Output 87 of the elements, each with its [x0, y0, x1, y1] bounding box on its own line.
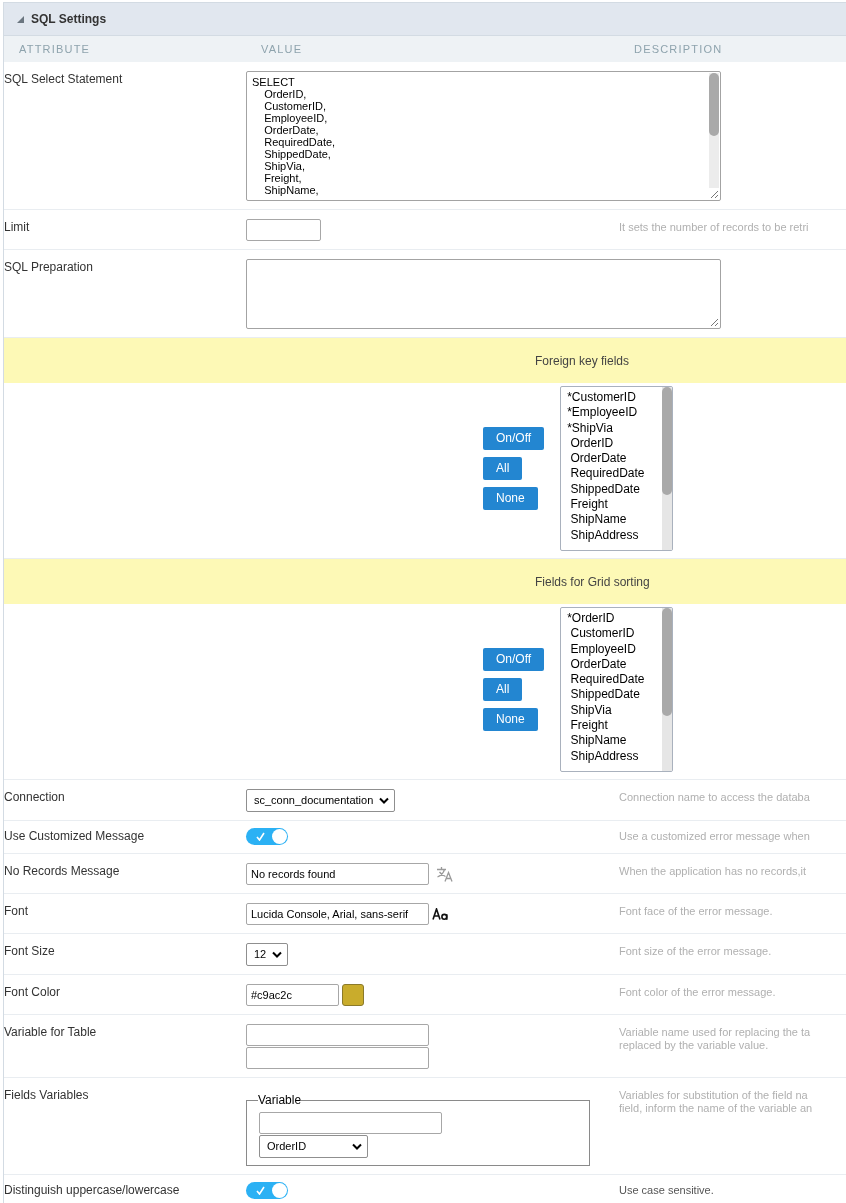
- description-text: Variables for substitution of the field na: [619, 1089, 809, 1102]
- dropdown-select[interactable]: 12: [246, 943, 289, 966]
- resize-grip-icon[interactable]: [710, 318, 719, 327]
- collapse-triangle-icon[interactable]: [17, 15, 24, 23]
- scrollbar[interactable]: [709, 73, 719, 188]
- text-input[interactable]: [246, 1024, 429, 1046]
- attribute-label: Font Size: [4, 943, 56, 960]
- listbox-option[interactable]: ShippedDate: [567, 687, 661, 703]
- fieldset-legend: Variable: [258, 1093, 302, 1107]
- attribute-label: Variable for Table: [4, 1024, 98, 1041]
- section-title: SQL Settings: [31, 11, 107, 28]
- translate-icon[interactable]: [436, 866, 454, 882]
- description-text: Variable name used for replacing the ta: [619, 1026, 812, 1039]
- swatch-icon[interactable]: [342, 984, 364, 1006]
- field-listbox[interactable]: *CustomerID *EmployeeID *ShipVia OrderID OrderDate RequiredDate ShippedDate Freight ShipName ShipAddress: [560, 386, 674, 551]
- description-text: Font size of the error message.: [619, 945, 773, 958]
- description-text: replaced by the variable value.: [619, 1039, 770, 1052]
- on-off-button[interactable]: On/Off: [483, 427, 545, 450]
- listbox-option[interactable]: *ShipVia: [567, 420, 661, 436]
- attribute-label: Font Color: [4, 984, 62, 1001]
- sql-textarea[interactable]: SELECT OrderID, CustomerID, EmployeeID, OrderDate, RequiredDate, ShippedDate, ShipVia, Freight, ShipName,: [246, 71, 721, 201]
- text-input[interactable]: #c9ac2c: [246, 984, 339, 1006]
- listbox-option[interactable]: Freight: [567, 718, 661, 734]
- column-header: ATTRIBUTE: [19, 41, 92, 57]
- text-input[interactable]: [246, 219, 321, 241]
- caret-icon: [272, 951, 283, 958]
- scrollbar[interactable]: [662, 387, 673, 550]
- text-input[interactable]: No records found: [246, 863, 429, 885]
- listbox-option[interactable]: OrderDate: [567, 451, 661, 467]
- check-icon: [256, 1186, 265, 1195]
- attribute-label: No Records Message: [4, 863, 121, 880]
- band-title: Fields for Grid sorting: [535, 573, 650, 591]
- sql-textarea[interactable]: [246, 259, 721, 329]
- description-text: Connection name to access the databa: [619, 791, 811, 804]
- listbox-option[interactable]: CustomerID: [567, 626, 661, 642]
- select-all-button[interactable]: All: [483, 678, 523, 701]
- column-header: DESCRIPTION: [634, 41, 724, 57]
- toggle-switch[interactable]: [246, 1182, 288, 1199]
- attribute-label: Fields Variables: [4, 1087, 90, 1104]
- column-header: VALUE: [261, 41, 304, 57]
- text-input[interactable]: [259, 1112, 442, 1134]
- listbox-option[interactable]: *EmployeeID: [567, 405, 661, 421]
- dropdown-select[interactable]: OrderID: [259, 1135, 368, 1158]
- field-listbox[interactable]: *OrderID CustomerID EmployeeID OrderDate RequiredDate ShippedDate ShipVia Freight ShipName ShipAddress: [560, 607, 674, 772]
- select-none-button[interactable]: None: [483, 708, 538, 731]
- dropdown-select[interactable]: sc_conn_documentation: [246, 789, 396, 812]
- resize-grip-icon[interactable]: [710, 190, 719, 199]
- listbox-option[interactable]: ShipName: [567, 733, 661, 749]
- listbox-option[interactable]: OrderID: [567, 435, 661, 452]
- listbox-option[interactable]: EmployeeID: [567, 641, 661, 657]
- description-text: Use case sensitive.: [619, 1184, 715, 1197]
- attribute-label: Connection: [4, 789, 66, 806]
- attribute-label: SQL Select Statement: [4, 71, 124, 88]
- listbox-option[interactable]: *OrderID: [567, 611, 661, 627]
- check-icon: [256, 832, 265, 841]
- listbox-option[interactable]: ShippedDate: [567, 481, 661, 498]
- text-input[interactable]: Lucida Console, Arial, sans-serif: [246, 903, 429, 925]
- font-icon[interactable]: [432, 908, 449, 920]
- attribute-label: SQL Preparation: [4, 259, 94, 276]
- caret-icon: [352, 1143, 362, 1150]
- description-text: It sets the number of records to be retri: [619, 221, 810, 234]
- listbox-option[interactable]: RequiredDate: [567, 672, 661, 688]
- listbox-option[interactable]: ShipAddress: [567, 527, 661, 543]
- attribute-label: Use Customized Message: [4, 828, 146, 845]
- attribute-label: Font: [4, 903, 29, 920]
- description-text: Font color of the error message.: [619, 986, 777, 999]
- toggle-switch[interactable]: [246, 828, 288, 845]
- attribute-label: Limit: [4, 219, 31, 236]
- description-text: Use a customized error message when: [619, 830, 811, 843]
- listbox-option[interactable]: ShipName: [567, 512, 661, 528]
- caret-icon: [379, 797, 390, 804]
- listbox-option[interactable]: OrderDate: [567, 656, 661, 673]
- select-none-button[interactable]: None: [483, 487, 538, 510]
- band-title: Foreign key fields: [535, 352, 630, 370]
- listbox-option[interactable]: RequiredDate: [567, 466, 661, 482]
- text-input[interactable]: [246, 1047, 429, 1069]
- listbox-option[interactable]: Freight: [567, 497, 661, 513]
- attribute-label: Distinguish uppercase/lowercase: [4, 1182, 181, 1199]
- listbox-option[interactable]: ShipVia: [567, 702, 661, 719]
- on-off-button[interactable]: On/Off: [483, 648, 545, 671]
- listbox-option[interactable]: *CustomerID: [567, 390, 661, 406]
- description-text: When the application has no records,it: [619, 865, 808, 878]
- scrollbar[interactable]: [662, 608, 673, 771]
- listbox-option[interactable]: ShipAddress: [567, 748, 661, 764]
- select-all-button[interactable]: All: [483, 457, 523, 480]
- description-text: Font face of the error message.: [619, 905, 774, 918]
- description-text: field, inform the name of the variable an: [619, 1102, 814, 1115]
